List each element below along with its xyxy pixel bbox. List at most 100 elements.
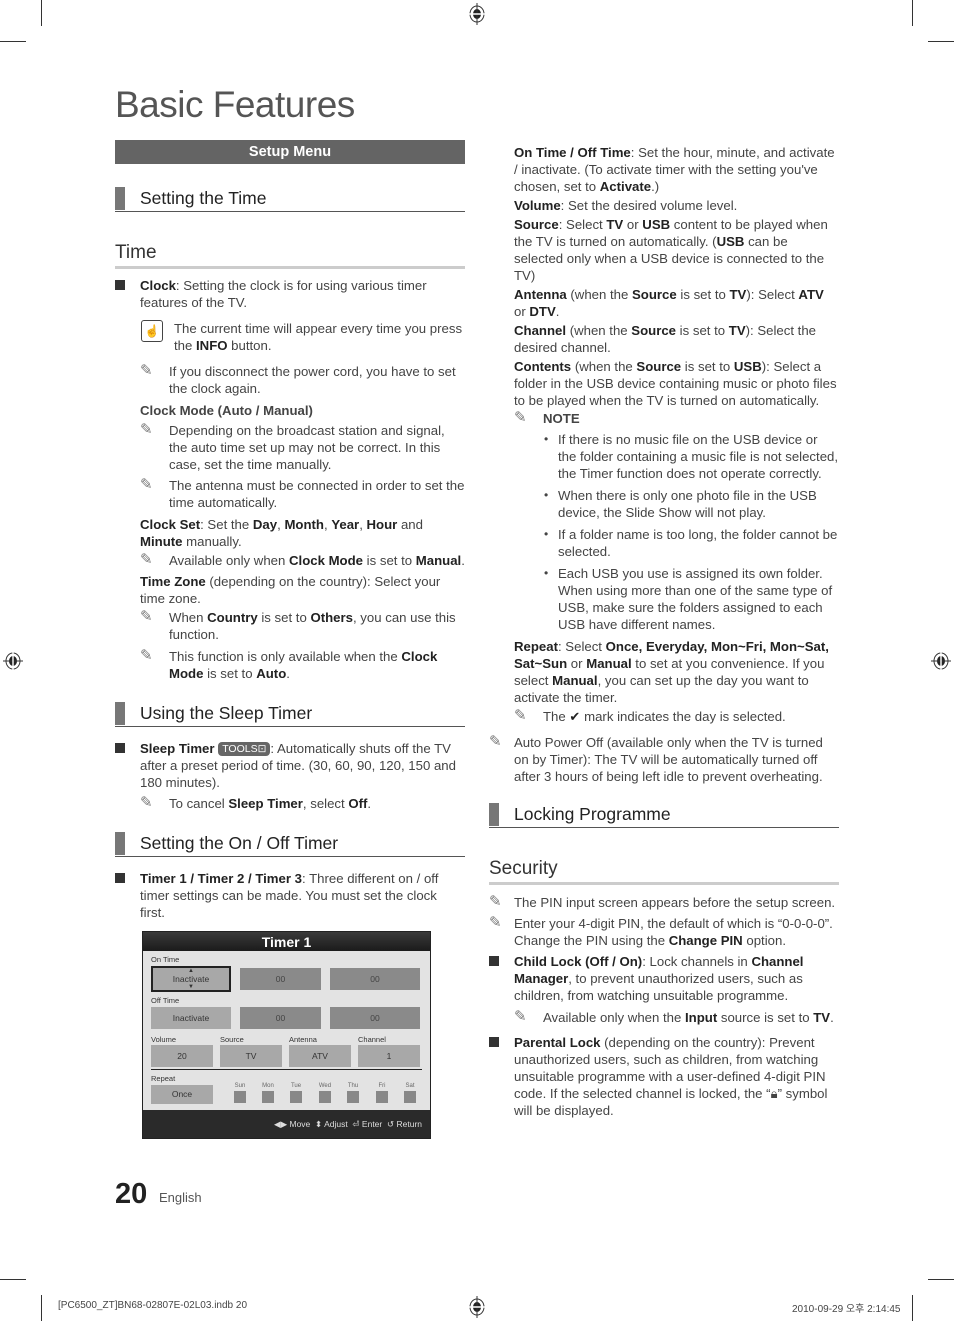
text: , select <box>302 796 349 811</box>
timer-panel-footer: ◀▶ Move ⬍ Adjust ⏎ Enter ↺ Return <box>143 1110 430 1138</box>
text: manually. <box>182 534 242 549</box>
off-time-minute-field[interactable]: 00 <box>330 1007 420 1029</box>
off-time-state-select[interactable]: Inactivate <box>151 1007 231 1029</box>
text: . <box>555 304 560 319</box>
sleep-timer-item: Sleep Timer TOOLS⊡: Automatically shuts … <box>115 740 465 791</box>
term: USB <box>716 234 745 249</box>
bullet-dot-icon: • <box>544 432 549 446</box>
text: This function is only available when the <box>169 649 402 664</box>
text: : Select <box>557 639 606 654</box>
term: TV <box>728 323 746 338</box>
on-time-state-select[interactable]: ▲ Inactivate ▼ <box>151 966 231 992</box>
text: (when the <box>566 287 632 302</box>
term: Time Zone <box>140 574 206 589</box>
volume-desc: Volume: Set the desired volume level. <box>514 197 839 214</box>
parental-lock-item: Parental Lock (depending on the country)… <box>489 1034 839 1119</box>
text: or <box>514 304 530 319</box>
note-list: • If there is no music file on the USB de… <box>544 431 839 633</box>
memo-auto-power-off: ✎ Auto Power Off (available only when th… <box>489 733 839 785</box>
antenna-desc: Antenna (when the Source is set to TV): … <box>514 286 839 320</box>
note-text: If there is no music file on the USB dev… <box>558 432 839 481</box>
text: mark indicates the day is selected. <box>580 709 786 724</box>
memo-clock-mode-manual: ✎ Available only when Clock Mode is set … <box>140 551 465 568</box>
term: Source <box>636 359 682 374</box>
memo-pencil-icon: ✎ <box>514 1008 527 1025</box>
tools-button-icon: TOOLS⊡ <box>218 742 271 756</box>
page-number: 20 <box>115 1178 148 1210</box>
memo-text: If you disconnect the power cord, you ha… <box>169 364 456 396</box>
memo-pencil-icon: ✎ <box>489 893 502 910</box>
crop-mark <box>41 0 42 26</box>
day-label: Fri <box>378 1083 386 1089</box>
memo-text: Depending on the broadcast station and s… <box>169 423 445 472</box>
volume-field[interactable]: 20 <box>151 1045 213 1067</box>
term: Clock Mode <box>289 553 364 568</box>
repeat-desc: Repeat: Select Once, Everyday, Mon~Fri, … <box>514 638 839 706</box>
day-checkbox[interactable] <box>290 1091 302 1103</box>
memo-pencil-icon: ✎ <box>140 551 153 568</box>
info-note-text: button. <box>227 338 272 353</box>
memo-input-source: ✎ Available only when the Input source i… <box>514 1008 834 1025</box>
repeat-select[interactable]: Once <box>151 1085 213 1104</box>
text: is set to <box>676 323 729 338</box>
on-time-minute-field[interactable]: 00 <box>330 968 420 990</box>
memo-pin-screen: ✎ The PIN input screen appears before th… <box>489 893 839 911</box>
day-checkbox[interactable] <box>347 1091 359 1103</box>
memo-pencil-icon: ✎ <box>140 476 153 493</box>
info-note: ☝ The current time will appear every tim… <box>115 320 465 354</box>
channel-label: Channel <box>358 1035 386 1044</box>
note-item: • If there is no music file on the USB de… <box>544 431 839 482</box>
note-label: NOTE <box>543 411 580 426</box>
right-column: On Time / Off Time: Set the hour, minute… <box>489 140 839 1119</box>
channel-field[interactable]: 1 <box>358 1045 420 1067</box>
memo-pencil-icon: ✎ <box>514 409 527 426</box>
enter-hint: Enter <box>361 1119 383 1129</box>
day-checkbox[interactable] <box>404 1091 416 1103</box>
print-slug-file: [PC6500_ZT]BN68-02807E-02L03.indb 20 <box>58 1300 248 1311</box>
term: Year <box>331 517 360 532</box>
day-checkbox[interactable] <box>262 1091 274 1103</box>
day-checkbox[interactable] <box>234 1091 246 1103</box>
bullet-square-icon <box>115 743 125 753</box>
text: The <box>543 709 570 724</box>
source-field[interactable]: TV <box>220 1045 282 1067</box>
section-heading-locking-programme: Locking Programme <box>489 803 839 828</box>
left-right-arrow-icon: ◀▶ <box>274 1119 288 1129</box>
memo-pencil-icon: ✎ <box>489 914 502 931</box>
memo-pencil-icon: ✎ <box>140 608 153 625</box>
day-label: Wed <box>318 1083 332 1089</box>
day-checkbox[interactable] <box>376 1091 388 1103</box>
term: On Time / Off Time <box>514 145 631 160</box>
memo-pencil-icon: ✎ <box>140 647 153 664</box>
info-button-term: INFO <box>196 338 228 353</box>
term: Manual <box>586 656 632 671</box>
crop-mark <box>0 1279 26 1280</box>
text: .) <box>651 179 660 194</box>
memo-clock-mode-auto: ✎ This function is only available when t… <box>140 647 438 681</box>
text: To cancel <box>169 796 229 811</box>
source-label: Source <box>220 1035 244 1044</box>
memo-cancel-sleep: ✎ To cancel Sleep Timer, select Off. <box>140 794 372 811</box>
term: TV <box>606 217 624 232</box>
lock-icon: 🔒︎ <box>770 1086 778 1101</box>
term: Manual <box>552 673 598 688</box>
channel-desc: Channel (when the Source is set to TV): … <box>514 322 839 356</box>
antenna-field[interactable]: ATV <box>289 1045 351 1067</box>
off-time-hour-field[interactable]: 00 <box>240 1007 321 1029</box>
checkmark-icon: ✔ <box>569 709 581 724</box>
memo-text: The PIN input screen appears before the … <box>514 895 836 910</box>
memo-text: Auto Power Off (available only when the … <box>514 735 823 784</box>
term: Contents <box>514 359 572 374</box>
day-checkbox[interactable] <box>319 1091 331 1103</box>
bullet-square-icon <box>115 873 125 883</box>
text: When <box>169 610 208 625</box>
setup-menu-bar: Setup Menu <box>115 140 465 164</box>
term: Sleep Timer <box>228 796 303 811</box>
on-time-hour-field[interactable]: 00 <box>240 968 321 990</box>
divider <box>151 1069 422 1070</box>
text: ): Select <box>746 287 799 302</box>
adjust-hint: Adjust <box>324 1119 348 1129</box>
text: and <box>397 517 423 532</box>
memo-checkmark: ✎ The ✔ mark indicates the day is select… <box>514 707 839 725</box>
term: Minute <box>140 534 183 549</box>
